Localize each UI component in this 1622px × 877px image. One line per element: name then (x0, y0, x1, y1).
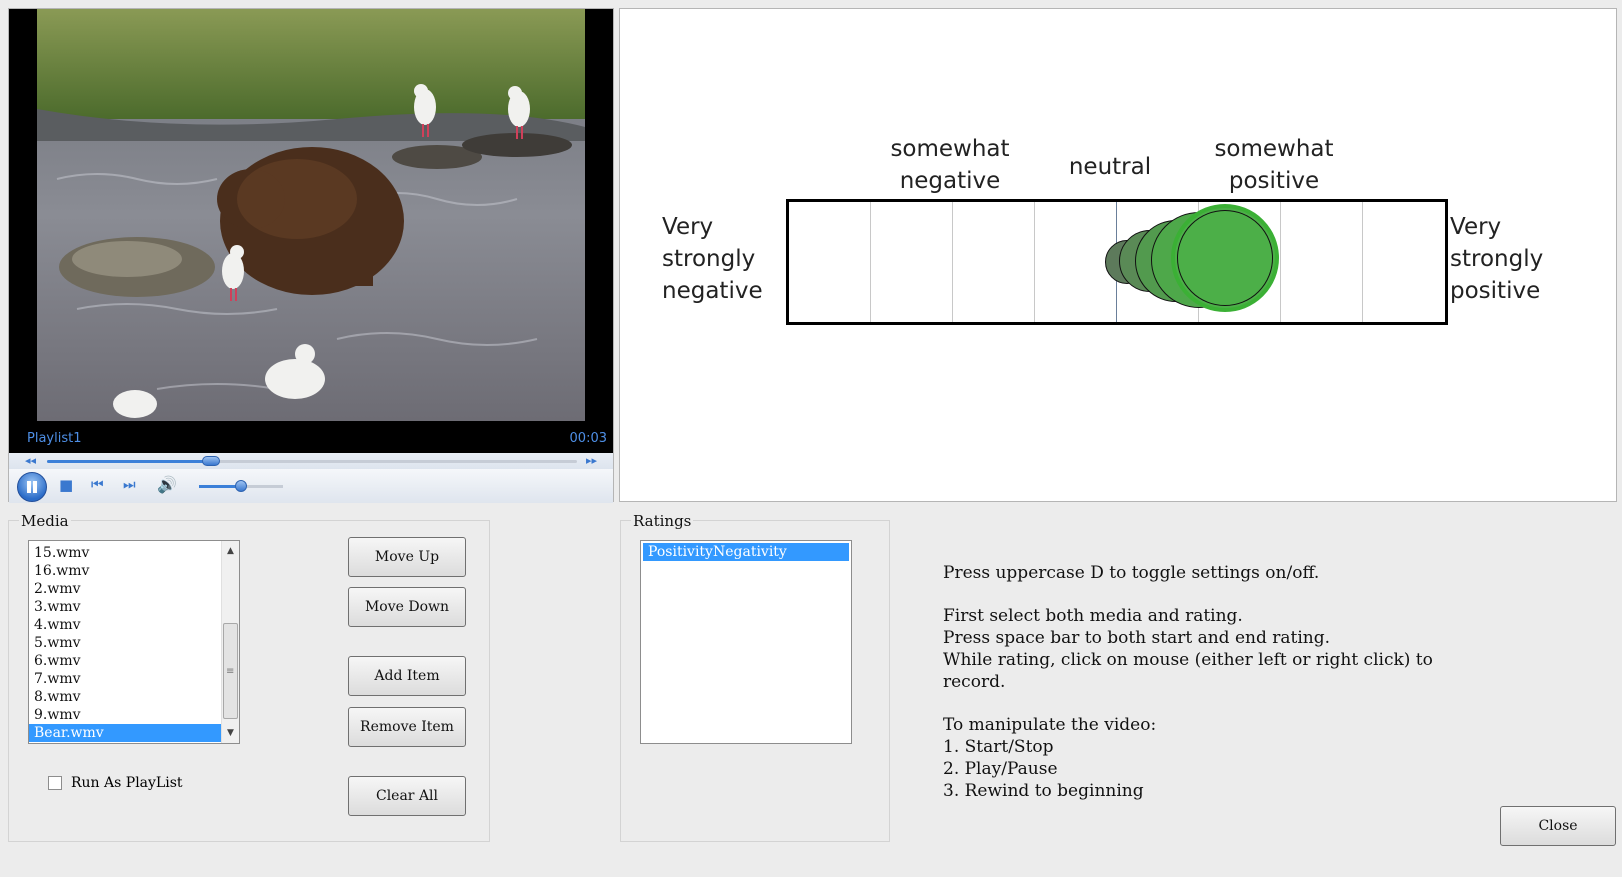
label-line: strongly (1450, 246, 1544, 272)
close-button[interactable]: Close (1500, 806, 1616, 846)
seek-thumb[interactable] (202, 456, 221, 466)
label-line: somewhat (1214, 136, 1334, 162)
next-icon[interactable]: ⏭ (123, 477, 136, 493)
run-as-playlist-checkbox[interactable] (48, 776, 62, 790)
remove-item-button[interactable]: Remove Item (348, 707, 466, 747)
label-line: negative (662, 278, 763, 304)
scale-tick (1280, 202, 1281, 322)
video-frame[interactable] (37, 9, 585, 421)
scale-tick (870, 202, 871, 322)
label-neutral: neutral (1068, 154, 1152, 180)
label-line: Very (662, 214, 714, 240)
seek-bar-row: ◂◂ ▸▸ (9, 453, 613, 469)
player-status-bar: Playlist1 00:03 (9, 421, 613, 453)
add-item-button[interactable]: Add Item (348, 656, 466, 696)
instruction-line: While rating, click on mouse (either lef… (943, 650, 1433, 692)
run-as-playlist-option[interactable]: Run As PlayList (48, 775, 183, 791)
rating-scale-box[interactable] (786, 199, 1448, 325)
playlist-name: Playlist1 (27, 431, 82, 446)
volume-slider[interactable] (199, 480, 283, 492)
instructions: Press uppercase D to toggle settings on/… (943, 562, 1463, 802)
rating-scale-panel: Very strongly negative somewhat negative… (619, 8, 1617, 502)
pause-button[interactable] (17, 472, 47, 502)
scale-tick (1034, 202, 1035, 322)
seek-progress (47, 460, 212, 463)
move-up-button[interactable]: Move Up (348, 537, 466, 577)
media-list-item[interactable]: 9.wmv (29, 706, 239, 724)
seek-bar[interactable] (47, 456, 577, 466)
label-line: strongly (662, 246, 756, 272)
previous-icon[interactable]: ⏮ (91, 477, 104, 493)
label-line: positive (1450, 278, 1541, 304)
media-list-item[interactable]: 6.wmv (29, 652, 239, 670)
player-controls: ■ ⏮ ⏭ 🔊 (9, 469, 613, 503)
label-very-strongly-positive: Very strongly positive (1450, 211, 1543, 307)
label-line: somewhat (890, 136, 1010, 162)
stop-icon[interactable]: ■ (59, 476, 73, 494)
media-list-scrollbar[interactable]: ▲ ≡ ▼ (221, 541, 239, 743)
label-very-strongly-negative: Very strongly negative (662, 211, 763, 307)
label-line: negative (899, 168, 1001, 194)
scroll-thumb[interactable]: ≡ (223, 623, 238, 719)
instruction-line: Press uppercase D to toggle settings on/… (943, 563, 1320, 583)
instruction-line: 2. Play/Pause (943, 759, 1058, 779)
ratings-group-title: Ratings (631, 512, 694, 530)
label-line: Very (1450, 214, 1502, 240)
media-listbox[interactable]: 15.wmv 16.wmv 2.wmv 3.wmv 4.wmv 5.wmv 6.wmv 7.w… (28, 540, 240, 744)
media-group-title: Media (19, 512, 71, 530)
media-player: Playlist1 00:03 ◂◂ ▸▸ ■ ⏮ ⏭ 🔊 (8, 8, 614, 503)
rating-cursor-dot (1171, 204, 1279, 312)
scroll-up-icon[interactable]: ▲ (222, 546, 239, 556)
instruction-line: 3. Rewind to beginning (943, 781, 1144, 801)
media-list-item[interactable]: 2.wmv (29, 580, 239, 598)
instruction-line: To manipulate the video: (943, 715, 1157, 735)
video-still-bear-in-river (37, 9, 585, 421)
instruction-line: First select both media and rating. (943, 606, 1243, 626)
label-somewhat-positive: somewhat positive (1194, 133, 1354, 197)
fast-forward-icon[interactable]: ▸▸ (586, 454, 597, 467)
rating-list-item[interactable]: PositivityNegativity (643, 543, 849, 561)
media-list-item[interactable]: 8.wmv (29, 688, 239, 706)
rewind-icon[interactable]: ◂◂ (25, 454, 36, 467)
grip-icon: ≡ (226, 666, 235, 677)
media-list-item[interactable]: 7.wmv (29, 670, 239, 688)
ratings-listbox[interactable]: PositivityNegativity (640, 540, 852, 744)
media-list-item[interactable]: 15.wmv (29, 544, 239, 562)
scale-tick (952, 202, 953, 322)
clear-all-button[interactable]: Clear All (348, 776, 466, 816)
instruction-line: Press space bar to both start and end ra… (943, 628, 1331, 648)
scroll-down-icon[interactable]: ▼ (222, 728, 239, 738)
volume-icon[interactable]: 🔊 (157, 475, 177, 494)
media-list-item[interactable]: 5.wmv (29, 634, 239, 652)
run-as-playlist-label: Run As PlayList (71, 775, 183, 791)
media-list-item[interactable]: Bear.wmv (29, 724, 239, 742)
media-list-item[interactable]: 3.wmv (29, 598, 239, 616)
move-down-button[interactable]: Move Down (348, 587, 466, 627)
scale-tick (1362, 202, 1363, 322)
instruction-line: 1. Start/Stop (943, 737, 1054, 757)
label-somewhat-negative: somewhat negative (870, 133, 1030, 197)
media-list-item[interactable]: 4.wmv (29, 616, 239, 634)
volume-thumb[interactable] (235, 480, 247, 492)
label-line: positive (1228, 168, 1320, 194)
media-list-item[interactable]: 16.wmv (29, 562, 239, 580)
time-readout: 00:03 (569, 431, 607, 446)
